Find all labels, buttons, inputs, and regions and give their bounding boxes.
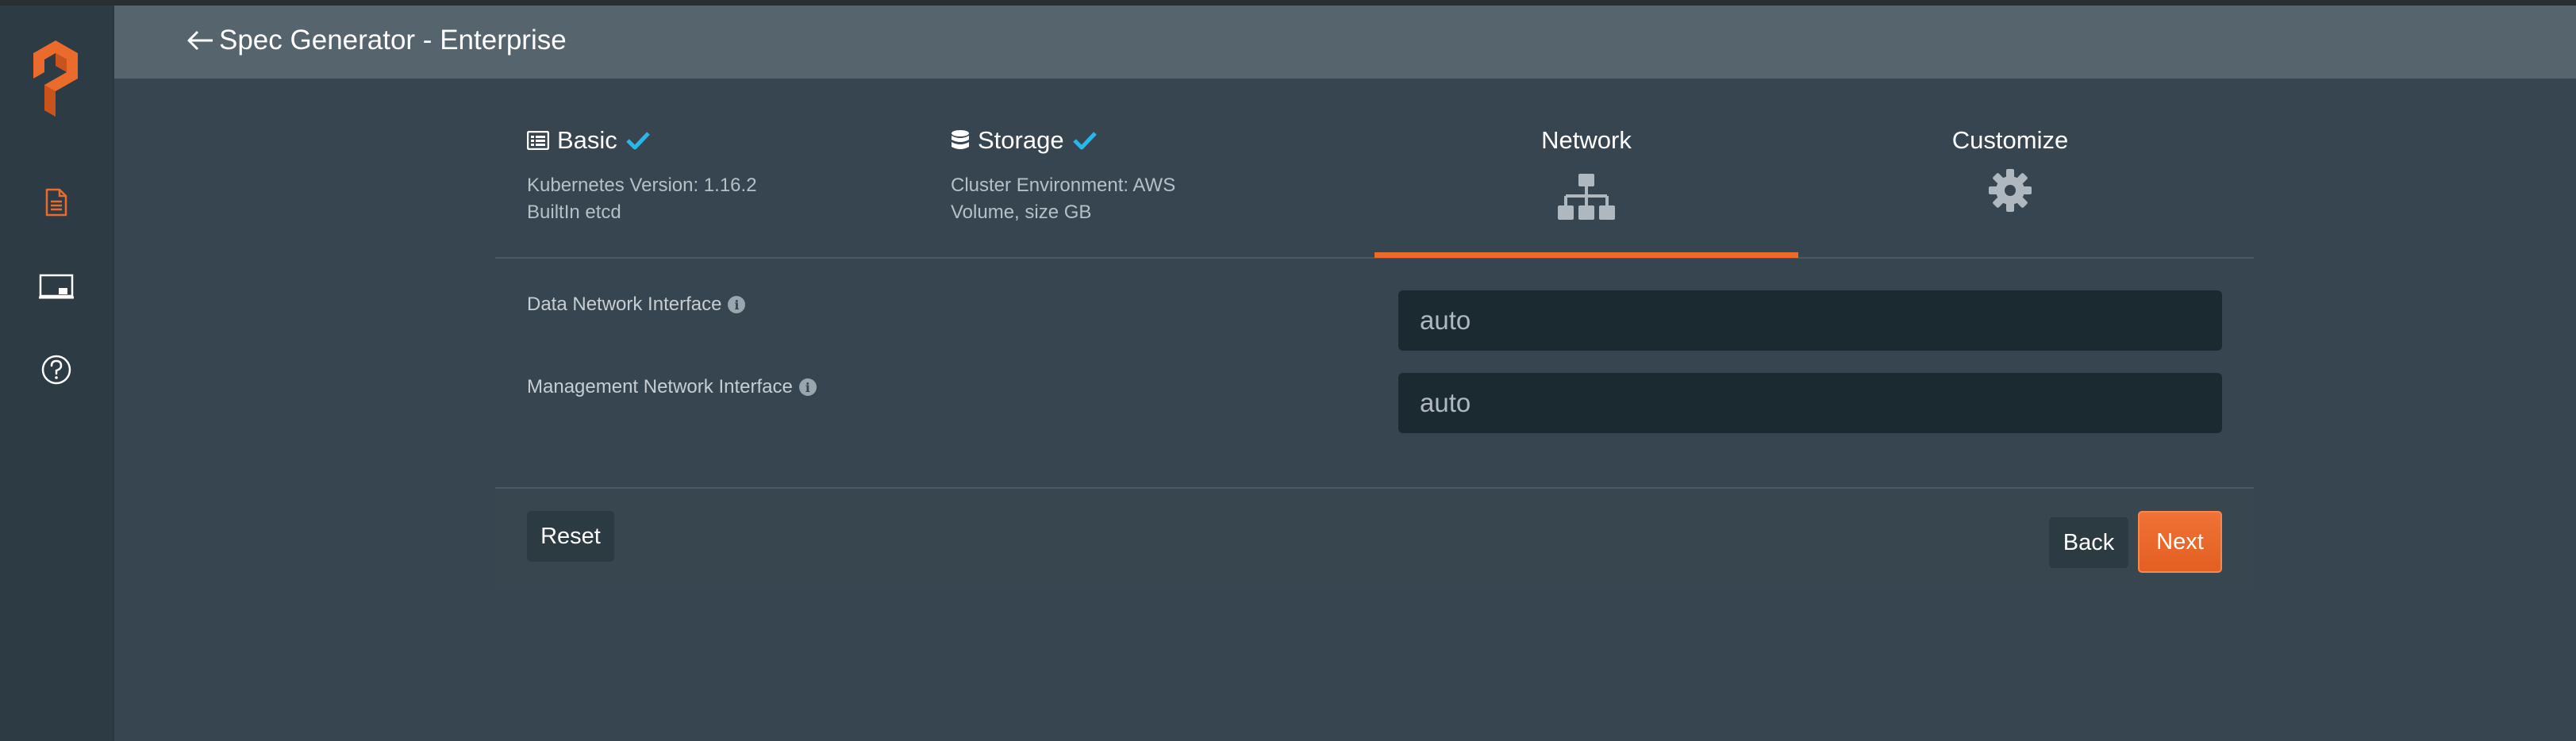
document-icon	[45, 188, 67, 217]
summary-line: Volume, size GB	[951, 202, 1092, 223]
list-icon	[527, 131, 549, 150]
step-basic-title: Basic	[527, 126, 651, 155]
info-icon[interactable]: i	[728, 296, 746, 313]
arrow-left-icon[interactable]	[183, 23, 217, 58]
label-text: Management Network Interface	[527, 376, 793, 397]
step-label: Basic	[557, 126, 617, 154]
info-icon[interactable]: i	[798, 378, 817, 396]
next-button[interactable]: Next	[2138, 511, 2222, 573]
sitemap-icon	[1558, 174, 1615, 220]
step-customize[interactable]: Customize	[1798, 79, 2222, 259]
wizard-steps: Basic Kubernetes Version: 1.16.2 BuiltIn…	[495, 79, 2254, 259]
step-label: Customize	[1951, 126, 2069, 154]
checkmark-icon	[1072, 132, 1097, 150]
label-text: Data Network Interface	[527, 294, 722, 315]
dashboard-icon	[39, 274, 74, 299]
step-storage-title: Storage	[951, 126, 1098, 155]
step-label: Storage	[978, 126, 1064, 154]
summary-line: Cluster Environment: AWS	[951, 175, 1176, 196]
sidebar-item-dashboard[interactable]	[37, 267, 76, 306]
step-label: Network	[1541, 126, 1632, 154]
sidebar	[0, 6, 114, 741]
data-interface-input[interactable]	[1398, 290, 2222, 351]
checkmark-icon	[626, 132, 650, 150]
management-interface-label: Management Network Interface i	[527, 376, 817, 398]
sidebar-item-spec-generator[interactable]	[37, 182, 76, 222]
data-interface-label: Data Network Interface i	[527, 294, 746, 316]
summary-line: BuiltIn etcd	[527, 202, 621, 223]
sidebar-item-help[interactable]	[37, 350, 76, 390]
gear-icon	[1989, 169, 2032, 212]
step-storage-summary: Cluster Environment: AWS Volume, size GB	[951, 172, 1175, 226]
back-button[interactable]: Back	[2049, 517, 2128, 568]
summary-line: Kubernetes Version: 1.16.2	[527, 175, 757, 196]
step-basic[interactable]: Basic Kubernetes Version: 1.16.2 BuiltIn…	[527, 79, 908, 259]
step-basic-summary: Kubernetes Version: 1.16.2 BuiltIn etcd	[527, 172, 757, 226]
step-storage[interactable]: Storage Cluster Environment: AWS Volume,…	[951, 79, 1332, 259]
step-network-title: Network	[1375, 126, 1798, 155]
step-customize-title: Customize	[1798, 126, 2222, 155]
window-top-border	[0, 0, 2576, 6]
database-icon	[952, 130, 969, 149]
portworx-logo[interactable]	[33, 40, 78, 117]
app-header: Spec Generator - Enterprise	[114, 6, 2576, 79]
active-step-indicator	[1375, 252, 1798, 258]
help-icon	[41, 355, 71, 385]
page-title: Spec Generator - Enterprise	[219, 25, 567, 56]
management-interface-input[interactable]	[1398, 373, 2222, 433]
form-footer: Reset Back Next	[495, 489, 2254, 592]
reset-button[interactable]: Reset	[527, 511, 614, 562]
network-form: Data Network Interface i Management Netw…	[495, 259, 2254, 489]
step-network[interactable]: Network	[1375, 79, 1798, 259]
